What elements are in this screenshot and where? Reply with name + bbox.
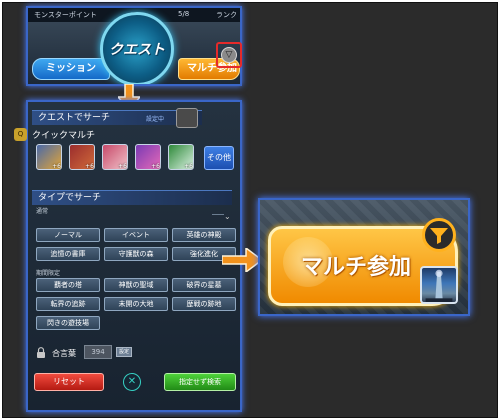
plus-value: +6 — [184, 163, 193, 170]
type-button[interactable]: 守護獣の森 — [104, 247, 168, 261]
type-button[interactable]: 歴戦の跡地 — [172, 297, 236, 311]
type-button[interactable]: 閃きの遊技場 — [36, 316, 100, 330]
character-icon[interactable]: +6 — [69, 144, 95, 170]
type-button[interactable]: イベント — [104, 228, 168, 242]
quest-button[interactable]: クエスト — [100, 12, 174, 84]
setting-active-tag: 設定中 — [146, 116, 165, 123]
plus-value: +6 — [118, 163, 127, 170]
search-without-filter-button[interactable]: 指定せず検索 — [164, 373, 236, 391]
stamina-count: 5/8 — [178, 10, 190, 18]
password-label: 合言葉 — [52, 349, 76, 358]
plus-value: +6 — [151, 163, 160, 170]
zoomed-multi-panel: マルチ参加 — [258, 198, 470, 316]
rank-label: ランク — [216, 11, 237, 19]
filter-icon: ▽ — [221, 47, 237, 63]
password-set-button[interactable]: 設定 — [116, 347, 132, 357]
type-button[interactable]: 神獣の聖域 — [104, 278, 168, 292]
type-search-header: タイプでサーチ — [32, 190, 232, 205]
type-button[interactable]: 英雄の神殿 — [172, 228, 236, 242]
multi-join-label: マルチ参加 — [301, 255, 412, 280]
type-button[interactable]: 覇者の塔 — [36, 278, 100, 292]
close-icon[interactable]: ✕ — [123, 373, 141, 391]
plus-value: +6 — [52, 163, 61, 170]
arrow-right-icon — [222, 248, 262, 272]
mission-button[interactable]: ミッション — [32, 58, 110, 80]
quick-multi-label: クイックマルチ — [32, 131, 96, 141]
type-button[interactable]: ノーマル — [36, 228, 100, 242]
tower-thumbnail — [420, 266, 458, 304]
other-button[interactable]: その他 — [204, 146, 234, 170]
password-field[interactable]: 394 — [84, 345, 112, 359]
character-icon[interactable]: +6 — [135, 144, 161, 170]
monster-points-label: モンスターポイント — [34, 11, 97, 19]
filter-button-highlight[interactable]: ▽ — [216, 42, 242, 68]
reset-button[interactable]: リセット — [34, 373, 104, 391]
character-icon[interactable]: +6 — [36, 144, 62, 170]
type-button[interactable]: 追憶の書庫 — [36, 247, 100, 261]
type-button[interactable]: 破界の星墓 — [172, 278, 236, 292]
chevron-down-icon[interactable]: ⌄ — [224, 212, 234, 221]
quest-search-toggle[interactable] — [176, 108, 198, 128]
lock-icon — [37, 347, 45, 358]
limited-type-label: 期間限定 — [36, 270, 61, 277]
type-button[interactable]: 未開の大地 — [104, 297, 168, 311]
quick-multi-icon: Q — [14, 128, 27, 141]
plus-value: +6 — [85, 163, 94, 170]
filter-icon-large[interactable] — [422, 218, 456, 252]
quest-top-bar: モンスターポイント 5/8 ランク ミッション クエスト マルチ参加 — [26, 6, 242, 86]
quest-label: クエスト — [109, 42, 165, 58]
normal-type-label: 通常 — [36, 208, 49, 215]
divider — [212, 214, 224, 215]
character-icon[interactable]: +6 — [102, 144, 128, 170]
character-icon[interactable]: +6 — [168, 144, 194, 170]
type-button[interactable]: 転界の追跡 — [36, 297, 100, 311]
